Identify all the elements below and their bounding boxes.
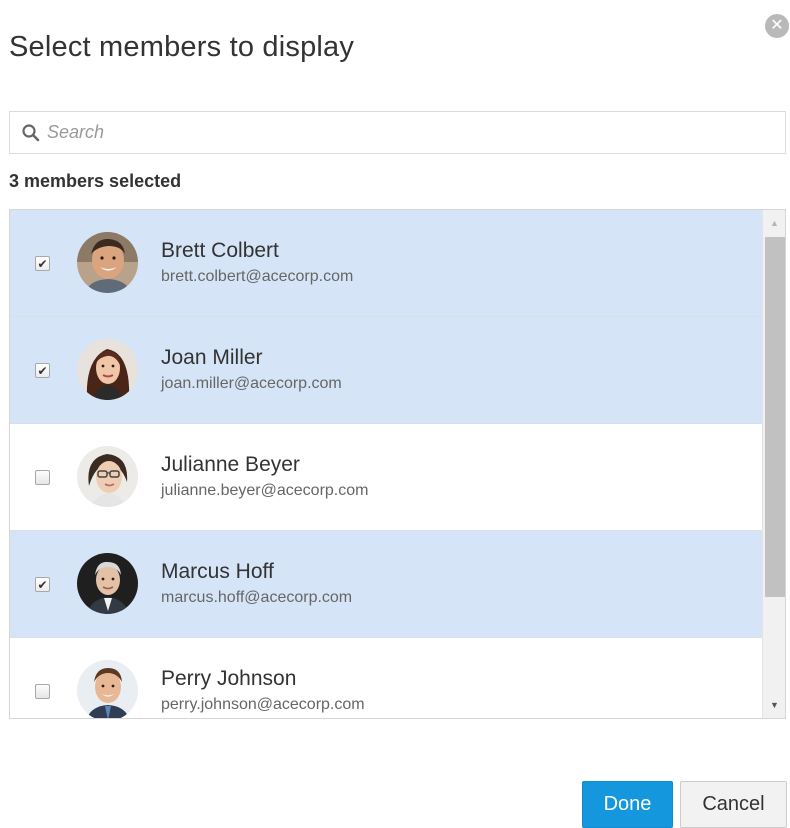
avatar <box>77 339 138 400</box>
member-row[interactable]: ✔ Brett Colbert brett.colbert@acecorp.co <box>10 210 762 317</box>
member-name: Brett Colbert <box>161 239 279 262</box>
member-checkbox[interactable]: ✔ <box>35 577 50 592</box>
member-email: perry.johnson@acecorp.com <box>161 696 365 713</box>
member-row[interactable]: ✔ Marcus Hoff marcus.hoff@acecorp.com <box>10 531 762 638</box>
scroll-up-arrow-icon[interactable]: ▲ <box>763 212 785 234</box>
member-name: Julianne Beyer <box>161 453 300 476</box>
member-checkbox[interactable]: ✔ <box>35 363 50 378</box>
member-select-dialog: ✕ Select members to display 3 members se… <box>0 0 790 828</box>
selected-count: 3 members selected <box>9 171 182 191</box>
avatar <box>77 232 138 293</box>
list-scrollbar[interactable]: ▲ ▼ <box>762 210 785 718</box>
done-button[interactable]: Done <box>582 781 673 828</box>
search-box[interactable] <box>9 111 786 154</box>
close-icon[interactable]: ✕ <box>765 14 789 38</box>
search-input[interactable] <box>47 122 747 143</box>
member-name: Joan Miller <box>161 346 263 369</box>
member-name: Marcus Hoff <box>161 560 274 583</box>
member-email: brett.colbert@acecorp.com <box>161 268 354 285</box>
member-checkbox[interactable]: ✔ <box>35 256 50 271</box>
avatar <box>77 446 138 507</box>
member-list-rows: ✔ Brett Colbert brett.colbert@acecorp.co <box>10 210 762 718</box>
scrollbar-thumb[interactable] <box>765 237 785 597</box>
member-email: marcus.hoff@acecorp.com <box>161 589 353 606</box>
member-row[interactable]: Perry Johnson perry.johnson@acecorp.com <box>10 638 762 718</box>
member-row[interactable]: Julianne Beyer julianne.beyer@acecorp.co… <box>10 424 762 531</box>
member-checkbox[interactable] <box>35 684 50 699</box>
member-list[interactable]: ✔ Brett Colbert brett.colbert@acecorp.co <box>9 209 786 719</box>
search-icon <box>22 123 40 141</box>
member-email: julianne.beyer@acecorp.com <box>161 482 369 499</box>
scroll-down-arrow-icon[interactable]: ▼ <box>763 694 785 716</box>
avatar <box>77 553 138 614</box>
member-name: Perry Johnson <box>161 667 297 690</box>
member-email: joan.miller@acecorp.com <box>161 375 342 392</box>
member-row[interactable]: ✔ Joan Miller joan.miller@acecorp.com <box>10 317 762 424</box>
cancel-button[interactable]: Cancel <box>680 781 787 828</box>
dialog-title: Select members to display <box>9 31 355 63</box>
member-checkbox[interactable] <box>35 470 50 485</box>
avatar <box>77 660 138 718</box>
